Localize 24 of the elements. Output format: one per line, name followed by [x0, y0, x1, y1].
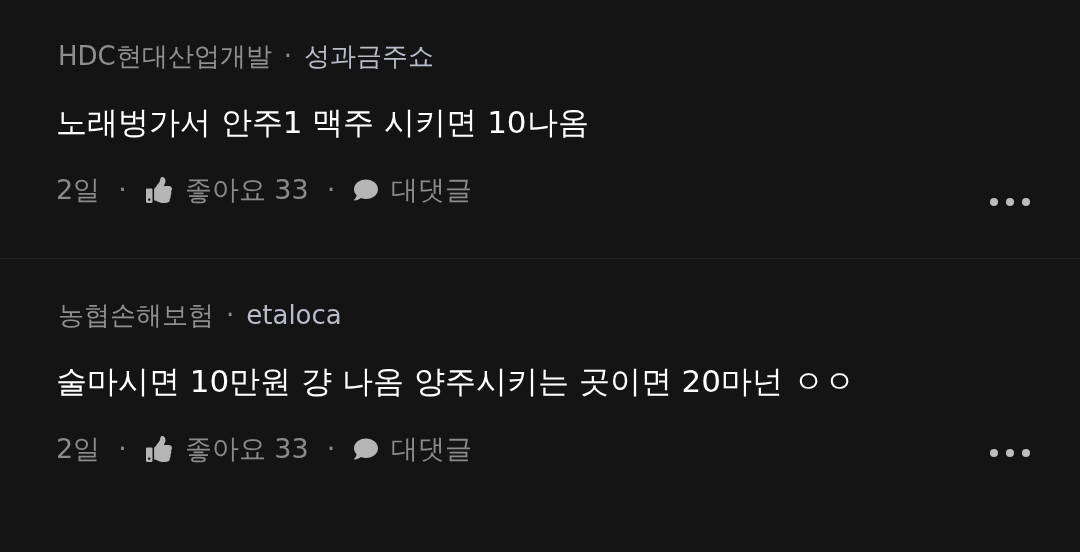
reply-button[interactable]: 대댓글: [353, 170, 473, 210]
comment-text: 노래벙가서 안주1 맥주 시키면 10나옴: [56, 103, 590, 142]
like-button[interactable]: 좋아요 33: [144, 170, 309, 210]
author-nickname[interactable]: etaloca: [246, 295, 342, 335]
time-ago: 2일: [56, 432, 101, 466]
separator-dot: ·: [326, 432, 336, 466]
reply-button[interactable]: 대댓글: [353, 429, 473, 469]
separator-dot: ·: [326, 173, 336, 207]
separator-dot: ·: [226, 299, 235, 332]
thumbs-up-icon: [144, 436, 173, 462]
more-icon[interactable]: [990, 449, 1030, 457]
comment-text: 술마시면 10만원 걍 나옴 양주시키는 곳이면 20마넌 ㅇㅇ: [56, 362, 856, 401]
speech-bubble-icon: [353, 437, 380, 461]
thumbs-up-icon: [144, 177, 173, 203]
separator-dot: ·: [283, 40, 292, 73]
speech-bubble-icon: [353, 178, 380, 202]
author-company: 농협손해보험: [58, 299, 214, 332]
separator-dot: ·: [118, 432, 127, 466]
author-company: HDC현대산업개발: [58, 40, 272, 73]
time-ago: 2일: [56, 173, 101, 207]
like-button[interactable]: 좋아요 33: [144, 429, 309, 469]
author-nickname[interactable]: 성과금주쇼: [304, 36, 434, 76]
separator-dot: ·: [118, 173, 127, 207]
more-icon[interactable]: [990, 198, 1030, 206]
